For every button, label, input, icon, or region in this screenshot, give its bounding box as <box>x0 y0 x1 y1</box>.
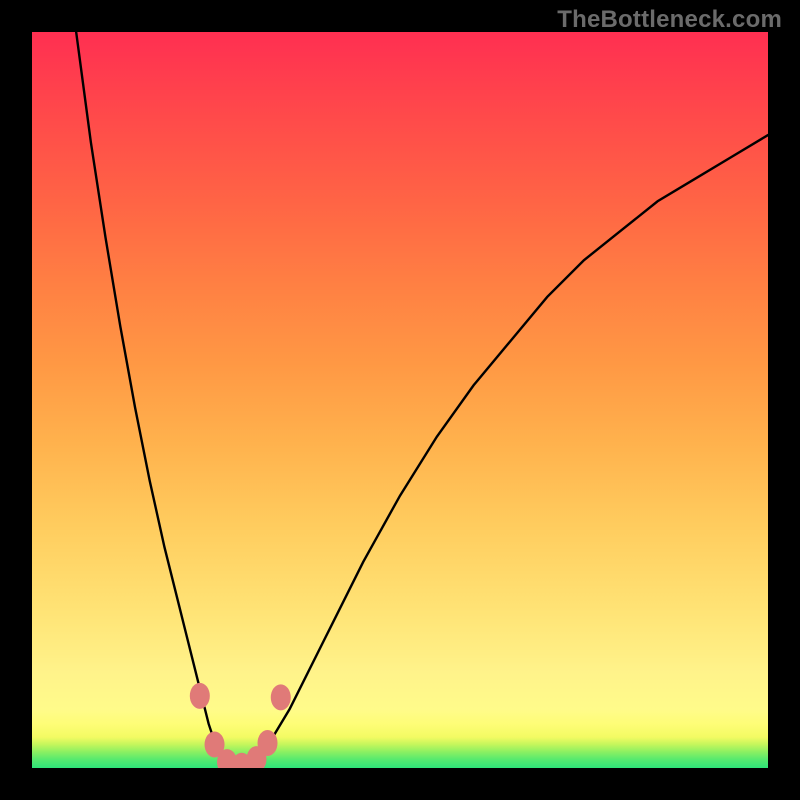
bottleneck-curve <box>76 32 768 768</box>
curve-markers <box>190 683 291 768</box>
curve-marker-6 <box>271 684 291 710</box>
curve-marker-5 <box>258 730 278 756</box>
plot-area <box>32 32 768 768</box>
curve-svg <box>32 32 768 768</box>
attribution-text: TheBottleneck.com <box>557 6 782 34</box>
chart-frame: TheBottleneck.com <box>0 0 800 800</box>
curve-marker-0 <box>190 683 210 709</box>
